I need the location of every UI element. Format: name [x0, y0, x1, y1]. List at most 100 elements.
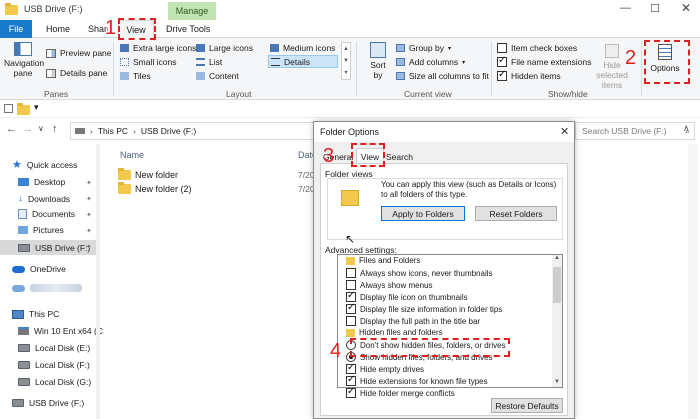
disk-icon — [18, 344, 30, 352]
minimize-icon[interactable]: — — [620, 2, 631, 14]
checkbox[interactable] — [346, 316, 356, 326]
dialog-tab-search[interactable]: Search — [386, 152, 413, 162]
scroll-down-icon[interactable]: ▼ — [554, 379, 560, 385]
group-by-button[interactable]: Group by ▾ — [396, 43, 451, 53]
checkbox[interactable] — [346, 302, 356, 314]
annotation-box-show-hidden — [350, 338, 510, 357]
layout-list[interactable]: List — [196, 57, 222, 67]
tree-option-full-path[interactable]: Display the full path in the title bar — [346, 316, 480, 326]
sidebar-item-usb-drive-selected[interactable]: USB Drive (F:) — [0, 240, 98, 255]
layout-scroll[interactable]: ▲ ▼ ▾ — [341, 42, 351, 80]
tab-home[interactable]: Home — [46, 24, 70, 34]
size-columns-icon — [396, 72, 405, 80]
checkbox[interactable] — [346, 374, 356, 386]
file-row[interactable]: New folder — [118, 168, 178, 180]
sidebar-item-account-blurred[interactable] — [12, 284, 82, 292]
tree-option-hide-merge-conflicts[interactable]: Hide folder merge conflicts — [346, 386, 455, 398]
file-name-extensions-checkbox[interactable] — [497, 55, 507, 67]
tree-option-file-icon-thumbnails[interactable]: Display file icon on thumbnails — [346, 290, 468, 302]
tree-scrollbar[interactable]: ▲ ▼ — [552, 255, 562, 387]
sidebar-item-drive-g[interactable]: Local Disk (G:) — [18, 377, 91, 387]
apply-to-folders-button[interactable]: Apply to Folders — [381, 206, 465, 221]
checkbox[interactable] — [346, 268, 356, 278]
tree-option-hide-empty-drives[interactable]: Hide empty drives — [346, 362, 424, 374]
blurred-account-name — [30, 284, 82, 292]
tree-option-hide-extensions[interactable]: Hide extensions for known file types — [346, 374, 488, 386]
tree-folder-hidden-files[interactable]: Hidden files and folders — [346, 328, 443, 337]
breadcrumb-this-pc[interactable]: This PC — [98, 126, 128, 136]
dialog-close-icon[interactable]: ✕ — [560, 125, 569, 138]
drive-icon — [75, 128, 85, 134]
reset-folders-button[interactable]: Reset Folders — [475, 206, 557, 221]
sidebar-item-desktop[interactable]: Desktop — [18, 177, 65, 187]
close-icon[interactable]: ✕ — [681, 1, 691, 15]
hide-selected-icon — [605, 44, 619, 58]
main-scrollbar[interactable] — [688, 144, 698, 419]
sidebar-item-pictures[interactable]: Pictures — [18, 225, 64, 235]
hidden-items-checkbox[interactable] — [497, 69, 507, 81]
navigation-pane-icon — [14, 42, 32, 56]
navigation-pane-button[interactable]: Navigation pane — [4, 40, 44, 86]
checkbox[interactable] — [346, 386, 356, 398]
new-folder-icon[interactable] — [17, 103, 30, 117]
customize-toolbar-icon[interactable]: ▾ — [34, 102, 39, 113]
scroll-up-icon[interactable]: ▲ — [554, 255, 560, 261]
sort-by-icon — [370, 42, 386, 58]
layout-content[interactable]: Content — [196, 71, 239, 81]
forward-arrow-icon[interactable]: → — [22, 123, 33, 135]
layout-small-icons[interactable]: Small icons — [120, 57, 176, 67]
tab-file[interactable]: File — [0, 20, 32, 38]
scroll-thumb[interactable] — [553, 267, 561, 303]
collapse-details-icon[interactable]: ∧ — [683, 123, 690, 134]
tree-folder-files-and-folders[interactable]: Files and Folders — [346, 256, 420, 265]
add-columns-button[interactable]: Add columns ▾ — [396, 57, 465, 67]
item-check-boxes-toggle[interactable]: Item check boxes — [497, 43, 577, 53]
sidebar-item-drive-e[interactable]: Local Disk (E:) — [18, 343, 90, 353]
file-name-extensions-toggle[interactable]: File name extensions — [497, 55, 591, 67]
sort-by-button[interactable]: Sort by — [364, 40, 392, 86]
nav-scrollbar[interactable] — [96, 144, 100, 419]
recent-locations-icon[interactable]: ∨ — [38, 124, 44, 133]
restore-defaults-button[interactable]: Restore Defaults — [491, 398, 563, 413]
layout-tiles[interactable]: Tiles — [120, 71, 151, 81]
sidebar-item-quick-access[interactable]: ★ Quick access — [12, 160, 77, 171]
layout-large-icons[interactable]: Large icons — [196, 43, 253, 53]
sidebar-item-drive-c[interactable]: Win 10 Ent x64 (C:) — [18, 326, 108, 336]
size-all-columns-button[interactable]: Size all columns to fit — [396, 71, 489, 81]
layout-extra-large-icons[interactable]: Extra large icons — [120, 43, 196, 53]
search-box[interactable]: Search USB Drive (F:) ⌕ — [575, 122, 695, 140]
details-pane-button[interactable]: Details pane — [46, 68, 107, 78]
tab-drive-tools[interactable]: Drive Tools — [166, 24, 210, 34]
tree-option-always-show-icons[interactable]: Always show icons, never thumbnails — [346, 268, 493, 278]
properties-icon[interactable] — [4, 104, 13, 113]
sidebar-item-documents[interactable]: Documents — [18, 209, 75, 219]
breadcrumb-usb-drive[interactable]: USB Drive (F:) — [141, 126, 196, 136]
address-bar[interactable]: › This PC › USB Drive (F:) — [70, 122, 320, 140]
preview-pane-button[interactable]: Preview pane — [46, 48, 112, 58]
add-columns-icon — [396, 58, 405, 66]
hidden-items-toggle[interactable]: Hidden items — [497, 69, 561, 81]
checkbox[interactable] — [346, 280, 356, 290]
column-header-name[interactable]: Name — [120, 150, 144, 160]
panes-group-label: Panes — [44, 89, 69, 99]
annotation-number-1: 1 — [105, 17, 117, 39]
current-view-group-label: Current view — [404, 89, 452, 99]
item-check-boxes-checkbox[interactable] — [497, 43, 507, 53]
tree-option-file-size-info[interactable]: Display file size information in folder … — [346, 302, 502, 314]
file-row[interactable]: New folder (2) — [118, 182, 192, 194]
layout-medium-icons[interactable]: Medium icons — [270, 43, 335, 53]
pin-icon: ✦ — [86, 180, 92, 187]
checkbox[interactable] — [346, 290, 356, 302]
back-arrow-icon[interactable]: ← — [6, 123, 17, 135]
sidebar-item-usb-drive-2[interactable]: USB Drive (F:) — [12, 398, 84, 408]
sidebar-item-downloads[interactable]: ↓ Downloads — [18, 193, 70, 204]
checkbox[interactable] — [346, 362, 356, 374]
sidebar-item-this-pc[interactable]: This PC — [12, 309, 59, 319]
up-arrow-icon[interactable]: ↑ — [52, 123, 58, 135]
layout-details[interactable]: Details — [268, 55, 338, 68]
sidebar-item-drive-f[interactable]: Local Disk (F:) — [18, 360, 90, 370]
maximize-icon[interactable]: ☐ — [650, 2, 660, 15]
sidebar-item-onedrive[interactable]: OneDrive — [12, 264, 66, 274]
tree-option-always-show-menus[interactable]: Always show menus — [346, 280, 432, 290]
chevron-right-icon: › — [133, 126, 136, 136]
